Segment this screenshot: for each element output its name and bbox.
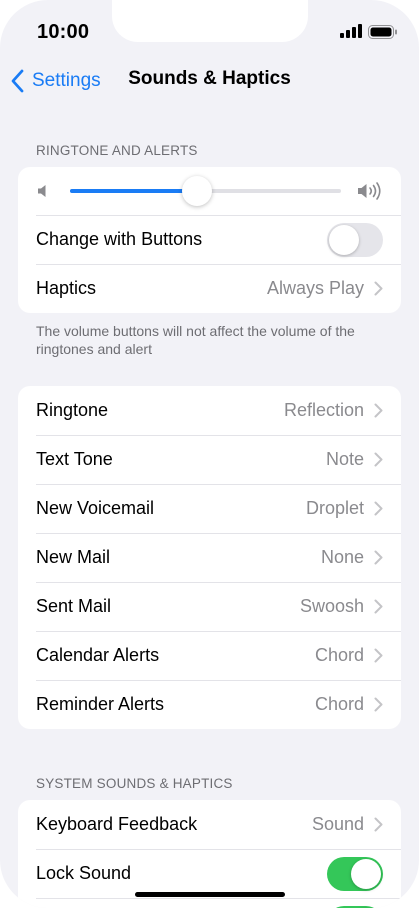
tone-row-reminder-alerts[interactable]: Reminder Alerts Chord [18,680,401,729]
change-with-buttons-toggle[interactable] [327,222,383,257]
tone-value: Swoosh [299,596,364,616]
speaker-low-icon [38,185,46,197]
tone-value: Note [325,449,364,469]
tone-label: Calendar Alerts [36,645,160,665]
notch [112,0,308,42]
keyboard-feedback-label: Keyboard Feedback [36,814,198,834]
chevron-right-icon [374,648,383,663]
status-time: 10:00 [37,21,90,43]
chevron-right-icon [374,599,383,614]
chevron-right-icon [374,817,383,832]
volume-slider-thumb[interactable] [182,176,213,206]
chevron-right-icon [374,550,383,565]
tone-value: Droplet [305,498,364,518]
toggle-knob [329,224,359,255]
keyboard-feedback-value: Sound [311,814,364,834]
tone-row-ringtone[interactable]: Ringtone Reflection [18,386,401,435]
tone-label: Reminder Alerts [36,694,165,714]
page-title: Sounds & Haptics [128,68,291,89]
tone-row-new-mail[interactable]: New Mail None [18,533,401,582]
speaker-high-icon [358,182,381,200]
tone-row-new-voicemail[interactable]: New Voicemail Droplet [18,484,401,533]
tone-row-calendar-alerts[interactable]: Calendar Alerts Chord [18,631,401,680]
chevron-right-icon [374,452,383,467]
lock-sound-toggle[interactable] [327,856,383,891]
chevron-right-icon [374,281,383,296]
tone-label: New Mail [36,547,111,567]
tone-value: None [320,547,364,567]
tone-value: Chord [314,645,364,665]
home-indicator [135,892,285,897]
tone-value: Reflection [283,400,364,420]
change-with-buttons-label: Change with Buttons [36,229,203,249]
tone-row-text-tone[interactable]: Text Tone Note [18,435,401,484]
chevron-right-icon [374,501,383,516]
section-header-system: SYSTEM SOUNDS & HAPTICS [36,776,233,791]
tone-label: Text Tone [36,449,113,469]
haptics-label: Haptics [36,278,97,298]
volume-slider-fill [70,189,198,193]
lock-sound-row: Lock Sound [18,849,401,898]
section-header-ringtone: RINGTONE AND ALERTS [36,143,198,158]
tones-group: Ringtone Reflection Text Tone Note New V… [18,386,401,729]
lock-sound-label: Lock Sound [36,863,132,883]
change-with-buttons-row: Change with Buttons [18,215,401,264]
toggle-knob [351,858,381,889]
chevron-right-icon [374,403,383,418]
tone-label: Ringtone [36,400,109,420]
tone-value: Chord [314,694,364,714]
cellular-signal-icon [340,24,362,38]
battery-icon [368,25,397,39]
volume-footnote: The volume buttons will not affect the v… [36,323,355,357]
chevron-right-icon [374,697,383,712]
haptics-value: Always Play [266,278,364,298]
volume-slider[interactable] [70,176,341,206]
keyboard-feedback-row[interactable]: Keyboard Feedback Sound [18,800,401,849]
screen: 10:00 Settings Sounds & Haptics RINGTONE… [0,0,419,908]
volume-slider-row [18,167,401,215]
next-row-partial [18,898,401,908]
ringtone-alerts-group: Change with Buttons Haptics Always Play [18,167,401,313]
haptics-row[interactable]: Haptics Always Play [18,264,401,313]
tone-row-sent-mail[interactable]: Sent Mail Swoosh [18,582,401,631]
tone-label: New Voicemail [36,498,155,518]
tone-label: Sent Mail [36,596,112,616]
